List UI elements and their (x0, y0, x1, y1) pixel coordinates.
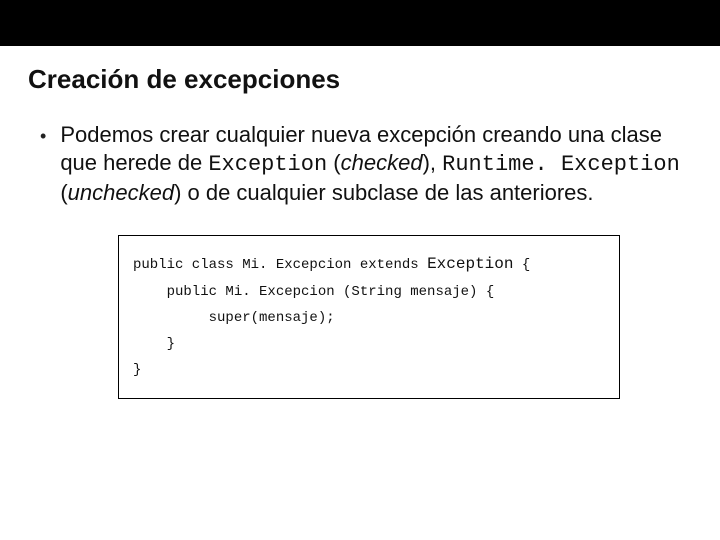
code-line-1c: { (513, 257, 530, 273)
code-line-2: public Mi. Excepcion (String mensaje) { (133, 284, 494, 300)
title-region: Creación de excepciones (0, 46, 720, 95)
body-region: • Podemos crear cualquier nueva excepció… (0, 95, 720, 399)
text-run: ( (327, 150, 340, 175)
bullet-icon: • (40, 121, 46, 151)
code-inline-exception: Exception (208, 152, 327, 177)
code-line-4: } (133, 336, 175, 352)
code-line-5: } (133, 362, 141, 378)
text-run: ( (60, 180, 67, 205)
text-run: ) o de cualquier subclase de las anterio… (174, 180, 593, 205)
code-inline-runtimeexception: Runtime. Exception (442, 152, 680, 177)
code-line-3: super(mensaje); (133, 310, 335, 326)
text-run: ), (423, 150, 443, 175)
slide-title: Creación de excepciones (28, 64, 692, 95)
paragraph: Podemos crear cualquier nueva excepción … (60, 121, 680, 207)
code-line-1b: Exception (427, 255, 513, 273)
code-block: public class Mi. Excepcion extends Excep… (118, 235, 620, 398)
bullet-item: • Podemos crear cualquier nueva excepció… (40, 121, 680, 207)
code-line-1a: public class Mi. Excepcion extends (133, 257, 427, 273)
slide: Creación de excepciones • Podemos crear … (0, 0, 720, 540)
top-bar (0, 0, 720, 46)
italic-checked: checked (341, 150, 423, 175)
italic-unchecked: unchecked (68, 180, 174, 205)
